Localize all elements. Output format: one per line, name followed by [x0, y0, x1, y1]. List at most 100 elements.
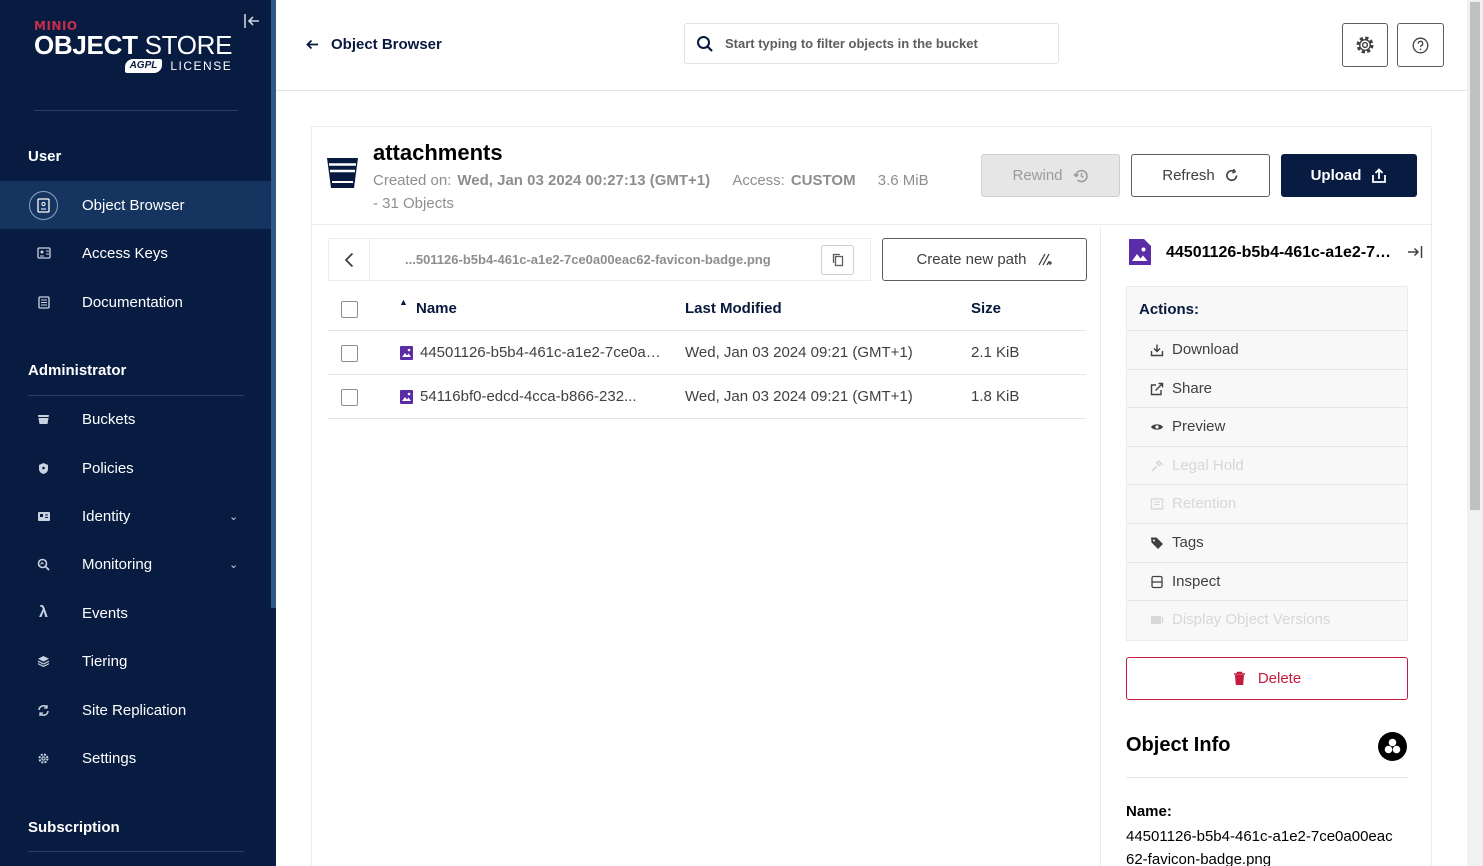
- image-file-icon: [400, 390, 413, 404]
- back-to-object-browser-link[interactable]: Object Browser: [306, 36, 442, 53]
- retention-icon: [1150, 498, 1164, 511]
- sidebar-item-label: Access Keys: [82, 244, 168, 262]
- refresh-button[interactable]: Refresh: [1131, 154, 1270, 197]
- objects-table: ▲ Name Last Modified Size 44501126-b5b4-…: [328, 287, 1086, 419]
- image-file-icon: [1129, 239, 1151, 265]
- sidebar-item-tiering[interactable]: Tiering: [0, 637, 271, 685]
- policy-shield-icon: [29, 454, 58, 483]
- preview-action[interactable]: Preview: [1127, 408, 1407, 447]
- upload-button[interactable]: Upload: [1281, 154, 1417, 197]
- section-title-administrator: Administrator: [28, 362, 127, 379]
- page-scrollbar-thumb[interactable]: [1470, 2, 1480, 510]
- sidebar-item-access-keys[interactable]: Access Keys: [0, 229, 271, 277]
- tag-icon: [1151, 537, 1163, 549]
- object-count: - 31 Objects: [373, 195, 454, 212]
- sidebar-item-label: Events: [82, 604, 128, 622]
- column-header-last-modified[interactable]: Last Modified: [685, 300, 782, 317]
- sidebar-item-site-replication[interactable]: Site Replication: [0, 686, 271, 734]
- object-modified: Wed, Jan 03 2024 09:21 (GMT+1): [685, 388, 913, 405]
- action-label: Legal Hold: [1172, 456, 1244, 474]
- object-name-value: 44501126-b5b4-461c-a1e2-7ce0a00eac62-fav…: [1126, 828, 1393, 866]
- created-label: Created on:: [373, 172, 452, 189]
- retention-action: Retention: [1127, 485, 1407, 524]
- rewind-button[interactable]: Rewind: [981, 154, 1120, 197]
- column-header-name[interactable]: Name: [416, 300, 457, 317]
- lambda-icon: λ: [39, 604, 48, 621]
- identity-card-icon: [29, 502, 58, 531]
- table-row[interactable]: 44501126-b5b4-461c-a1e2-7ce0a00eac62-fav…: [328, 331, 1086, 375]
- divider: [34, 110, 238, 111]
- path-back-button[interactable]: [329, 239, 370, 280]
- sidebar-item-label: Settings: [82, 749, 137, 767]
- page-scrollbar[interactable]: [1467, 0, 1483, 866]
- access-label: Access:: [732, 172, 785, 189]
- select-all-checkbox[interactable]: [341, 301, 358, 318]
- documentation-icon: [29, 288, 58, 317]
- eye-icon: [1151, 424, 1163, 430]
- sidebar-item-label: Monitoring: [82, 555, 153, 573]
- monitoring-search-icon: [29, 550, 58, 579]
- create-new-path-button[interactable]: Create new path: [882, 238, 1087, 281]
- versions-icon: [1151, 616, 1164, 625]
- search-input[interactable]: Start typing to filter objects in the bu…: [684, 23, 1059, 64]
- row-checkbox[interactable]: [341, 345, 358, 362]
- current-path: ...501126-b5b4-461c-a1e2-7ce0a00eac62-fa…: [405, 252, 771, 267]
- action-label: Download: [1172, 341, 1239, 358]
- legal-hold-action: Legal Hold: [1127, 447, 1407, 486]
- bucket-icon: [29, 405, 58, 434]
- sidebar-item-monitoring[interactable]: Monitoring ⌄: [0, 540, 271, 588]
- license-label: LICENSE: [170, 59, 233, 73]
- search-placeholder: Start typing to filter objects in the bu…: [725, 36, 978, 51]
- column-header-size[interactable]: Size: [971, 300, 1001, 317]
- tiers-stack-icon: [29, 647, 58, 676]
- sidebar-item-label: Site Replication: [82, 701, 187, 719]
- actions-title: Actions:: [1127, 287, 1407, 331]
- chevron-down-icon[interactable]: ⌄: [229, 510, 238, 523]
- collapse-sidebar-icon[interactable]: [243, 12, 261, 30]
- sidebar-item-object-browser[interactable]: Object Browser: [0, 181, 271, 229]
- share-icon: [1150, 382, 1164, 395]
- delete-label: Delete: [1257, 670, 1302, 687]
- help-icon: [1412, 37, 1429, 53]
- sidebar-item-documentation[interactable]: Documentation: [0, 278, 271, 326]
- row-checkbox[interactable]: [341, 389, 358, 406]
- close-details-icon[interactable]: [1407, 245, 1423, 263]
- sidebar-item-events[interactable]: λ Events: [0, 589, 271, 637]
- settings-button[interactable]: [1342, 23, 1388, 67]
- sidebar-item-identity[interactable]: Identity ⌄: [0, 492, 271, 540]
- refresh-label: Refresh: [1162, 167, 1215, 184]
- upload-label: Upload: [1310, 167, 1362, 184]
- top-header: Object Browser Start typing to filter ob…: [276, 0, 1467, 91]
- object-size: 1.8 KiB: [971, 388, 1020, 405]
- section-title-user: User: [28, 148, 62, 165]
- action-label: Retention: [1172, 495, 1237, 513]
- sidebar-scrollbar[interactable]: [271, 0, 276, 608]
- replication-icon: [29, 696, 58, 725]
- copy-path-button[interactable]: [821, 245, 854, 275]
- action-label: Preview: [1172, 418, 1226, 436]
- tags-action[interactable]: Tags: [1127, 524, 1407, 563]
- created-value: Wed, Jan 03 2024 00:27:13 (GMT+1): [457, 172, 711, 189]
- sort-ascending-icon[interactable]: ▲: [399, 297, 408, 307]
- share-action[interactable]: Share: [1127, 370, 1407, 409]
- inspect-action[interactable]: Inspect: [1127, 563, 1407, 602]
- table-row[interactable]: 54116bf0-edcd-4cca-b866-232... Wed, Jan …: [328, 375, 1086, 419]
- create-new-path-label: Create new path: [916, 251, 1027, 268]
- object-modified: Wed, Jan 03 2024 09:21 (GMT+1): [685, 344, 913, 361]
- image-file-icon: [400, 346, 413, 360]
- download-action[interactable]: Download: [1127, 331, 1407, 370]
- action-label: Share: [1172, 379, 1213, 397]
- sidebar-item-label: Buckets: [82, 410, 136, 428]
- object-info-icon: [1378, 732, 1407, 761]
- logo-product: OBJECT STORE: [34, 30, 233, 60]
- sidebar-item-buckets[interactable]: Buckets: [0, 395, 271, 443]
- object-details-panel: 44501126-b5b4-461c-a1e2-7ce0a00eac62-fav…: [1100, 226, 1431, 866]
- sidebar-item-settings[interactable]: Settings: [0, 734, 271, 782]
- help-button[interactable]: [1397, 23, 1444, 67]
- sidebar-item-policies[interactable]: Policies: [0, 444, 271, 492]
- object-size: 2.1 KiB: [971, 344, 1020, 361]
- object-browser-icon: [29, 190, 58, 220]
- refresh-icon: [1225, 168, 1238, 182]
- chevron-down-icon[interactable]: ⌄: [229, 558, 238, 571]
- delete-button[interactable]: Delete: [1126, 657, 1408, 700]
